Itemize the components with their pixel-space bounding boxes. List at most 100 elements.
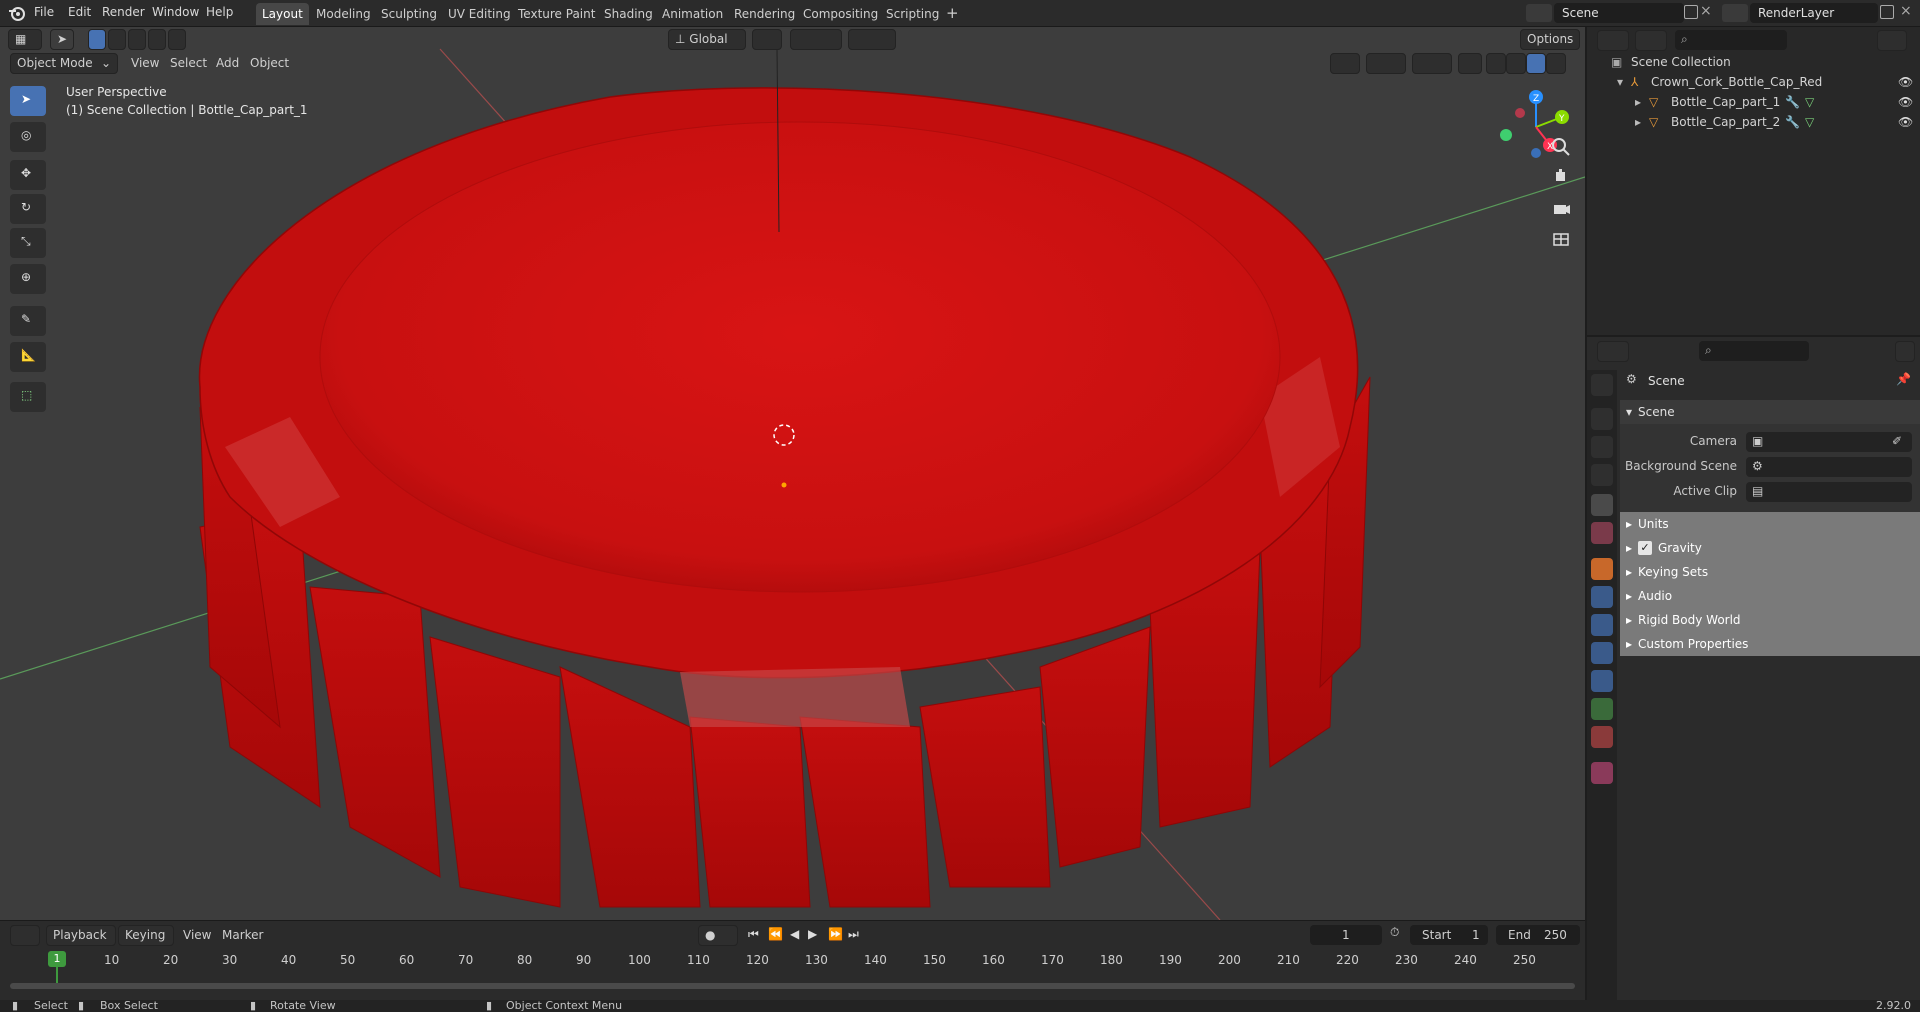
editor-type-button[interactable]: ▦ <box>8 29 42 50</box>
outliner-display-mode-button[interactable] <box>1635 30 1667 51</box>
panel-custom-properties[interactable]: ▸ Custom Properties <box>1620 632 1920 656</box>
tool-measure[interactable]: 📐 <box>10 342 46 372</box>
expand-arrow-icon[interactable]: ▸ <box>1635 112 1641 132</box>
menu-render[interactable]: Render <box>102 5 145 19</box>
menu-help[interactable]: Help <box>206 5 233 19</box>
shading-rendered-button[interactable] <box>1546 53 1566 74</box>
visibility-eye-icon[interactable]: 👁 <box>1898 112 1913 132</box>
tab-material-icon[interactable] <box>1591 726 1613 748</box>
tab-output-icon[interactable] <box>1591 436 1613 458</box>
start-frame-input[interactable]: Start 1 <box>1410 925 1488 945</box>
tab-modifier-icon[interactable] <box>1591 586 1613 608</box>
panel-scene[interactable]: ▾ Scene <box>1620 400 1920 424</box>
background-scene-field[interactable]: ⚙ <box>1746 457 1912 477</box>
tool-annotate[interactable]: ✎ <box>10 306 46 336</box>
menu-file[interactable]: File <box>34 5 54 19</box>
menu-edit[interactable]: Edit <box>68 5 91 19</box>
xray-toggle-button[interactable] <box>1458 53 1482 74</box>
playback-dropdown[interactable]: Playback <box>46 925 116 946</box>
viewport-menu-view[interactable]: View <box>131 56 159 70</box>
tab-tool-icon[interactable] <box>1591 374 1613 396</box>
scene-name-field[interactable]: Scene <box>1554 3 1684 23</box>
tab-constraints-icon[interactable] <box>1591 670 1613 692</box>
tab-scene-icon[interactable] <box>1591 494 1613 516</box>
current-frame-marker[interactable]: 1 <box>48 951 66 967</box>
panel-keying-sets[interactable]: ▸ Keying Sets <box>1620 560 1920 584</box>
expand-arrow-icon[interactable]: ▸ <box>1635 92 1641 112</box>
select-mode-invert-button[interactable] <box>148 29 166 50</box>
gizmo-toggle-button[interactable] <box>1366 53 1406 74</box>
jump-keyframe-forward-icon[interactable]: ⏩ <box>828 927 843 941</box>
outliner-editor-type-button[interactable] <box>1597 30 1629 51</box>
tab-texture-icon[interactable] <box>1591 762 1613 784</box>
viewport-menu-object[interactable]: Object <box>250 56 289 70</box>
select-mode-extend-button[interactable] <box>108 29 126 50</box>
jump-end-icon[interactable]: ⏭ <box>848 927 859 942</box>
timeline-scrollbar[interactable] <box>10 983 1575 989</box>
select-mode-subtract-button[interactable] <box>128 29 146 50</box>
add-workspace-icon[interactable]: + <box>946 4 959 22</box>
jump-start-icon[interactable]: ⏮ <box>748 927 759 942</box>
tool-move[interactable]: ✥ <box>10 160 46 190</box>
panel-audio[interactable]: ▸ Audio <box>1620 584 1920 608</box>
properties-options-button[interactable] <box>1895 341 1915 362</box>
select-tool-button[interactable]: ➤ <box>50 29 74 50</box>
tool-transform[interactable]: ⊕ <box>10 264 46 294</box>
active-clip-field[interactable]: ▤ <box>1746 482 1912 502</box>
current-frame-input[interactable]: 1 <box>1310 925 1382 945</box>
tab-animation[interactable]: Animation <box>656 3 729 25</box>
tab-shading[interactable]: Shading <box>598 3 659 25</box>
mesh-data-icon[interactable]: ▽ <box>1805 112 1814 132</box>
outliner-filter-button[interactable] <box>1877 30 1907 51</box>
tab-render-icon[interactable] <box>1591 408 1613 430</box>
renderlayer-selector-icon[interactable] <box>1722 4 1748 22</box>
tab-world-icon[interactable] <box>1591 522 1613 544</box>
remove-scene-icon[interactable]: × <box>1700 3 1712 19</box>
renderlayer-name-field[interactable]: RenderLayer <box>1750 3 1878 23</box>
gravity-checkbox[interactable]: ✓ <box>1638 541 1652 555</box>
remove-renderlayer-icon[interactable]: × <box>1900 3 1912 19</box>
preview-range-icon[interactable]: ⏱ <box>1390 925 1399 940</box>
menu-window[interactable]: Window <box>152 5 199 19</box>
panel-gravity[interactable]: ▸ ✓ Gravity <box>1620 536 1920 560</box>
outliner-row-object[interactable]: ▸ ▽ Bottle_Cap_part_1 🔧 ▽ 👁 <box>1587 92 1920 112</box>
new-renderlayer-icon[interactable] <box>1880 5 1894 19</box>
transform-orientation-dropdown[interactable]: ⊥ Global <box>668 29 746 50</box>
mesh-data-icon[interactable]: ▽ <box>1805 92 1814 112</box>
camera-view-icon[interactable] <box>1547 195 1575 223</box>
pin-icon[interactable]: 📌 <box>1896 372 1911 386</box>
tab-uv-editing[interactable]: UV Editing <box>442 3 517 25</box>
tab-data-icon[interactable] <box>1591 698 1613 720</box>
modifier-wrench-icon[interactable]: 🔧 <box>1785 92 1800 112</box>
panel-rigid-body-world[interactable]: ▸ Rigid Body World <box>1620 608 1920 632</box>
select-mode-new-button[interactable] <box>88 29 106 50</box>
tool-rotate[interactable]: ↻ <box>10 194 46 224</box>
end-frame-input[interactable]: End 250 <box>1496 925 1580 945</box>
tab-compositing[interactable]: Compositing <box>797 3 884 25</box>
timeline-menu-view[interactable]: View <box>183 928 211 942</box>
tab-texture-paint[interactable]: Texture Paint <box>512 3 601 25</box>
outliner-row-scene-collection[interactable]: ▣ Scene Collection <box>1587 52 1920 72</box>
play-reverse-icon[interactable]: ◀ <box>790 927 799 941</box>
pan-view-icon[interactable] <box>1547 163 1575 191</box>
properties-search-input[interactable]: ⌕ <box>1699 341 1809 361</box>
scene-selector-icon[interactable] <box>1526 4 1552 22</box>
shading-wireframe-button[interactable] <box>1486 53 1506 74</box>
tool-add-cube[interactable]: ⬚ <box>10 382 46 412</box>
shading-solid-button[interactable] <box>1506 53 1526 74</box>
outliner-row-collection[interactable]: ▾ ⅄ Crown_Cork_Bottle_Cap_Red 👁 <box>1587 72 1920 92</box>
pivot-point-button[interactable] <box>752 29 782 50</box>
tab-scripting[interactable]: Scripting <box>880 3 945 25</box>
eyedropper-icon[interactable]: ✐ <box>1892 434 1902 448</box>
modifier-wrench-icon[interactable]: 🔧 <box>1785 112 1800 132</box>
tab-sculpting[interactable]: Sculpting <box>375 3 443 25</box>
3d-viewport[interactable]: User Perspective (1) Scene Collection | … <box>0 27 1585 920</box>
tab-physics-icon[interactable] <box>1591 642 1613 664</box>
timeline-editor-type-button[interactable] <box>10 925 40 946</box>
zoom-view-icon[interactable] <box>1547 133 1575 161</box>
select-mode-intersect-button[interactable] <box>168 29 186 50</box>
shading-material-button[interactable] <box>1526 53 1546 74</box>
options-dropdown[interactable]: Options <box>1520 29 1580 50</box>
jump-keyframe-back-icon[interactable]: ⏪ <box>768 927 783 941</box>
tool-cursor[interactable]: ◎ <box>10 122 46 152</box>
